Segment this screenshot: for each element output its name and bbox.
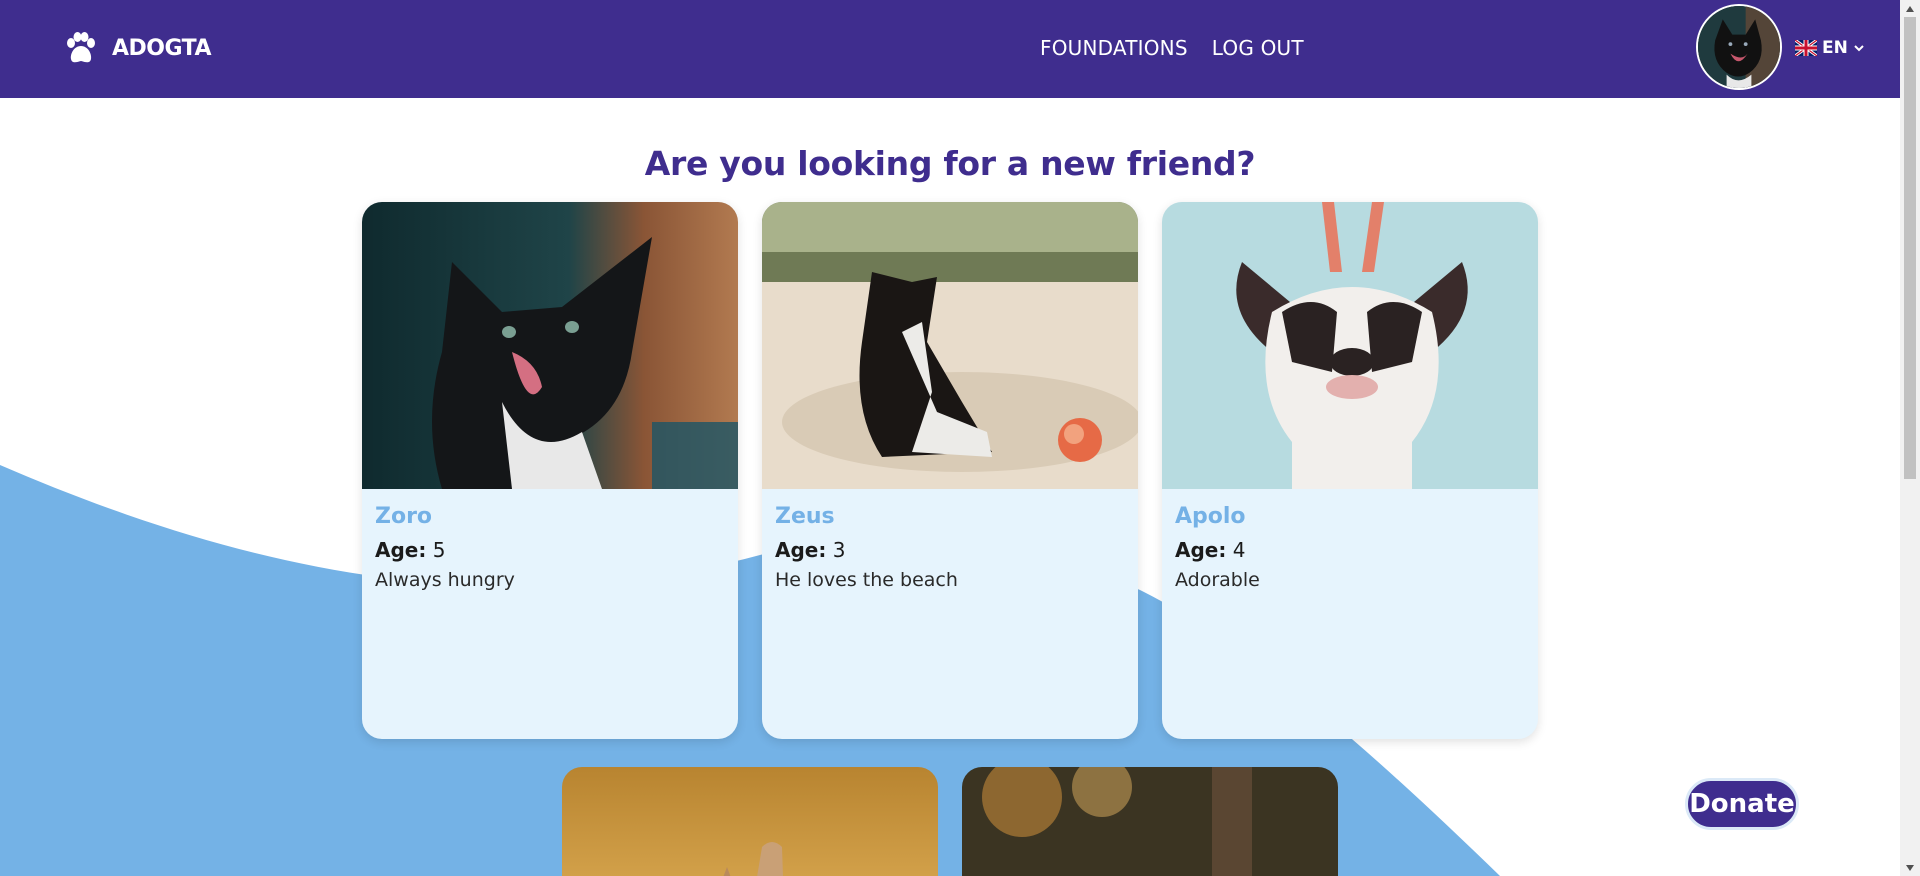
pet-age: Age: 4 [1175,538,1245,562]
pet-photo-apolo [1162,202,1538,489]
main-nav: FOUNDATIONS LOG OUT [1040,36,1304,60]
brand-name: ADOGTA [112,35,212,61]
language-selector[interactable]: EN [1795,38,1865,58]
donate-button[interactable]: Donate [1685,778,1799,830]
pet-description: Always hungry [375,569,515,591]
pet-card-row2-2[interactable] [962,767,1338,876]
pet-age-label: Age: [1175,538,1227,562]
chevron-down-icon [1854,45,1864,52]
pet-name[interactable]: Zeus [775,504,835,529]
paw-icon [67,32,95,63]
pet-card-row2-1[interactable] [562,767,938,876]
pet-age-value: 4 [1232,538,1246,562]
pet-description: He loves the beach [775,569,958,591]
page: ADOGTA FOUNDATIONS LOG OUT EN Are you lo… [0,0,1920,876]
pet-name[interactable]: Zoro [375,504,432,529]
page-title: Are you looking for a new friend? [644,144,1256,184]
pet-age-value: 5 [432,538,446,562]
pet-name[interactable]: Apolo [1175,504,1246,529]
pet-photo [562,767,938,876]
pet-photo [962,767,1338,876]
scroll-down-arrow-icon[interactable] [1900,859,1920,876]
pet-age-value: 3 [832,538,846,562]
language-code: EN [1822,38,1848,58]
pet-age: Age: 5 [375,538,445,562]
pet-photo-zeus [762,202,1138,489]
pet-age-label: Age: [775,538,827,562]
pet-description: Adorable [1175,569,1260,591]
pet-card-apolo[interactable]: Apolo Age: 4 Adorable [1162,202,1538,739]
nav-foundations-link[interactable]: FOUNDATIONS [1040,36,1188,60]
scroll-up-arrow-icon[interactable] [1900,0,1920,17]
pet-age-label: Age: [375,538,427,562]
pet-card-zoro[interactable]: Zoro Age: 5 Always hungry [362,202,738,739]
pet-card-zeus[interactable]: Zeus Age: 3 He loves the beach [762,202,1138,739]
user-avatar[interactable] [1696,4,1782,90]
avatar-image [1698,6,1780,88]
uk-flag-icon [1795,40,1817,56]
nav-logout-link[interactable]: LOG OUT [1212,36,1304,60]
scrollbar-thumb[interactable] [1904,17,1916,479]
vertical-scrollbar[interactable] [1900,0,1920,876]
pet-photo-zoro [362,202,738,489]
top-navbar: ADOGTA FOUNDATIONS LOG OUT EN [0,0,1900,98]
pet-age: Age: 3 [775,538,845,562]
brand-logo[interactable]: ADOGTA [62,30,212,66]
